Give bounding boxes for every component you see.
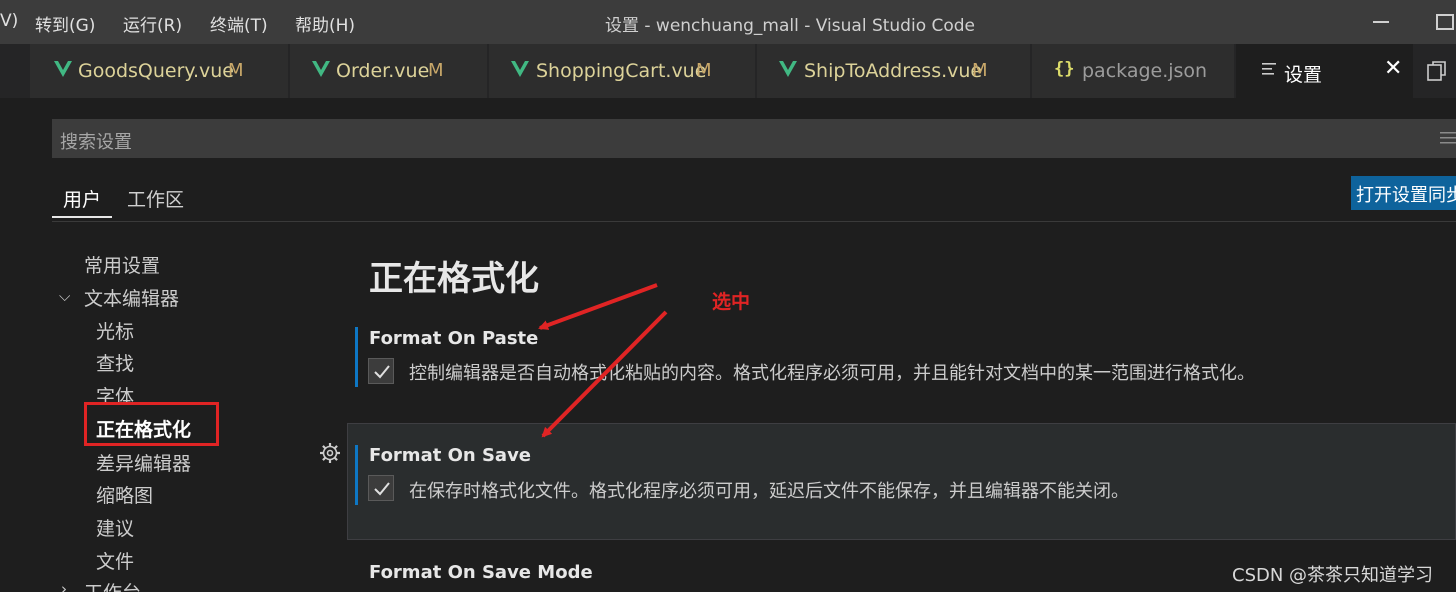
annotation-label: 选中	[712, 291, 751, 313]
watermark: CSDN @茶茶只知道学习	[1232, 565, 1434, 586]
